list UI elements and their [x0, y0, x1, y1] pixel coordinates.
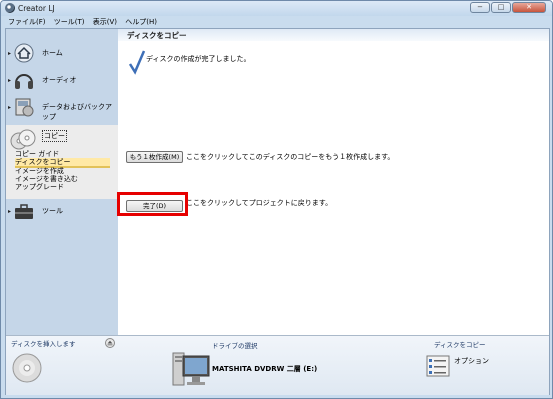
- done-description: ここをクリックしてプロジェクトに戻ります。: [186, 199, 333, 207]
- eject-icon[interactable]: [105, 338, 115, 348]
- close-button[interactable]: ✕: [512, 2, 546, 13]
- sidebar: ▸ ホーム ▸ オーディオ ▸ データおよびバックアップ コピー コピー ガイド…: [6, 29, 118, 335]
- bottom-bar: ディスクを挿入します ドライブの選択 MATSHITA DVDRW 二層 (E:…: [6, 335, 549, 395]
- menu-view[interactable]: 表示(V): [90, 16, 120, 28]
- app-window: Creator LJ − □ ✕ ファイル(F) ツール(T) 表示(V) ヘル…: [0, 0, 553, 399]
- toolbox-icon: [15, 204, 33, 219]
- drive-select-heading: ドライブの選択: [212, 342, 258, 350]
- client-area: ▸ ホーム ▸ オーディオ ▸ データおよびバックアップ コピー コピー ガイド…: [5, 28, 550, 395]
- sidebar-item-audio[interactable]: ▸ オーディオ: [6, 68, 118, 92]
- copy-guide-link[interactable]: コピー ガイド: [15, 150, 59, 158]
- expand-arrow-icon: ▸: [8, 50, 12, 57]
- insert-disc-label: ディスクを挿入します: [11, 340, 76, 348]
- headphones-icon: [15, 74, 33, 89]
- title-bar: Creator LJ − □ ✕: [1, 1, 552, 16]
- computer-drive-icon[interactable]: [172, 350, 210, 388]
- expand-arrow-icon: ▸: [8, 208, 12, 215]
- options-icon[interactable]: [426, 355, 450, 377]
- minimize-button[interactable]: −: [470, 2, 490, 13]
- sidebar-item-home[interactable]: ▸ ホーム: [6, 42, 118, 64]
- drive-name[interactable]: MATSHITA DVDRW 二層 (E:): [212, 364, 317, 374]
- sidebar-item-label: ツール: [42, 207, 63, 215]
- home-icon: [14, 43, 34, 63]
- copy-section: コピー コピー ガイド ディスクをコピー イメージを作成 イメージを書き込む ア…: [6, 125, 118, 199]
- menu-help[interactable]: ヘルプ(H): [122, 16, 160, 28]
- create-another-description: ここをクリックしてこのディスクのコピーをもう１枚作成します。: [186, 153, 395, 161]
- page-title: ディスクをコピー: [127, 31, 187, 40]
- main-header: ディスクをコピー: [118, 29, 549, 41]
- sidebar-item-label: データおよびバックアップ: [42, 103, 112, 121]
- completion-message: ディスクの作成が完了しました。: [146, 55, 251, 63]
- task-heading: ディスクをコピー: [434, 341, 486, 349]
- data-backup-icon: [15, 98, 34, 117]
- checkmark-icon: [128, 50, 146, 75]
- create-image-link[interactable]: イメージを作成: [15, 167, 64, 175]
- sidebar-item-data-backup[interactable]: ▸ データおよびバックアップ: [6, 95, 118, 121]
- upgrade-link[interactable]: アップグレード: [15, 183, 64, 191]
- sidebar-item-copy-label[interactable]: コピー: [42, 130, 67, 142]
- window-title: Creator LJ: [18, 4, 55, 13]
- menu-file[interactable]: ファイル(F): [5, 16, 49, 28]
- create-another-button[interactable]: もう１枚作成(M): [126, 151, 183, 163]
- burn-image-link[interactable]: イメージを書き込む: [15, 175, 78, 183]
- copy-discs-icon: [10, 129, 36, 150]
- sidebar-item-label: ホーム: [42, 49, 63, 57]
- app-disc-icon: [5, 3, 15, 13]
- sidebar-item-tools[interactable]: ▸ ツール: [6, 201, 118, 223]
- main-panel: ディスクをコピー ディスクの作成が完了しました。 もう１枚作成(M) ここをクリ…: [118, 29, 549, 335]
- menu-bar: ファイル(F) ツール(T) 表示(V) ヘルプ(H): [5, 16, 160, 28]
- menu-tools[interactable]: ツール(T): [51, 16, 88, 28]
- options-label[interactable]: オプション: [454, 356, 489, 366]
- disc-icon: [12, 353, 42, 383]
- maximize-button[interactable]: □: [491, 2, 511, 13]
- sidebar-item-label: オーディオ: [42, 76, 77, 84]
- expand-arrow-icon: ▸: [8, 104, 12, 111]
- highlight-box: [117, 192, 188, 216]
- expand-arrow-icon: ▸: [8, 77, 12, 84]
